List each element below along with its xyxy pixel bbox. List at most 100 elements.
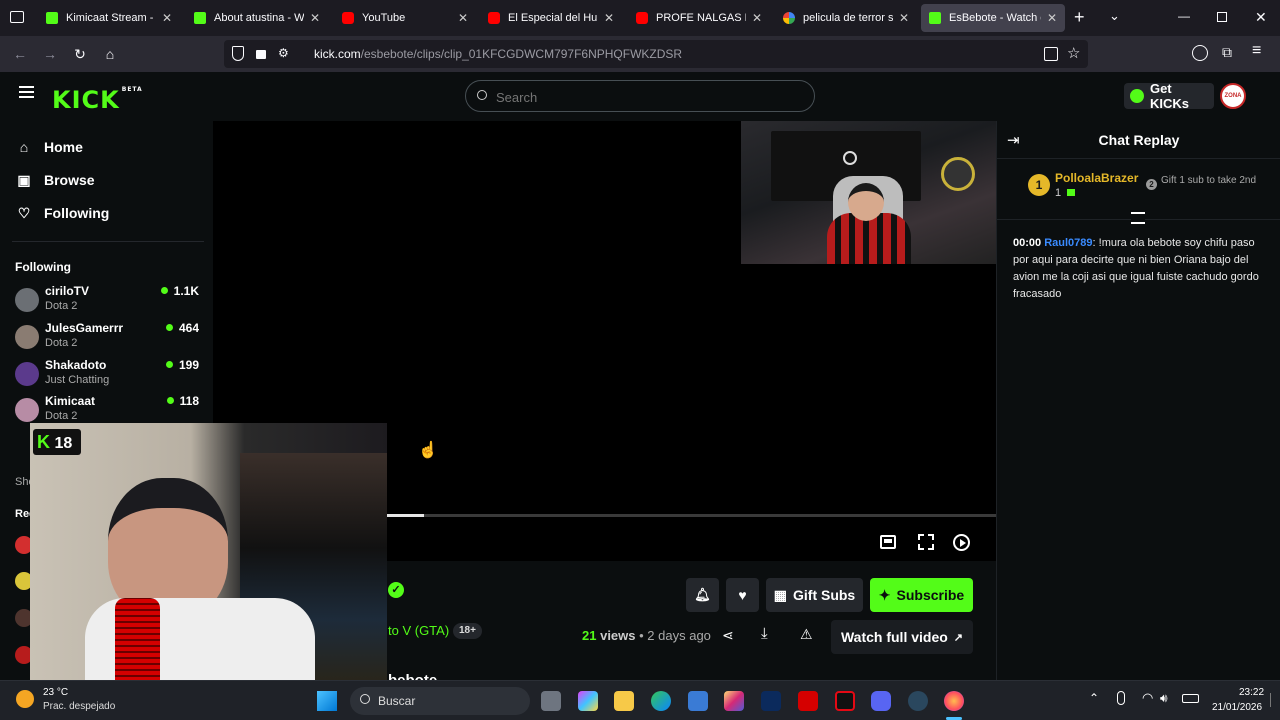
search-input[interactable] bbox=[496, 87, 796, 107]
close-tab-icon[interactable]: ✕ bbox=[752, 11, 762, 25]
youtube-favicon-icon bbox=[636, 12, 648, 24]
reload-icon[interactable]: ↻ bbox=[70, 44, 90, 64]
kick-logo[interactable]: KICK BETA bbox=[52, 86, 143, 114]
avatar bbox=[15, 288, 39, 312]
close-tab-icon[interactable]: ✕ bbox=[310, 11, 320, 25]
discord-icon[interactable] bbox=[871, 691, 891, 711]
tab-kimicaat[interactable]: Kimicaat Stream - Watc✕ bbox=[38, 4, 180, 32]
follow-button[interactable]: ♥ bbox=[726, 578, 759, 612]
espn-icon[interactable] bbox=[798, 691, 818, 711]
permissions-icon[interactable]: ⚙ bbox=[278, 46, 289, 60]
kicks-coin-icon bbox=[1130, 89, 1144, 103]
close-tab-icon[interactable]: ✕ bbox=[1047, 11, 1057, 25]
back-icon[interactable]: ← bbox=[10, 44, 30, 64]
expand-leaderboard-icon[interactable] bbox=[1131, 212, 1145, 224]
edge-icon[interactable] bbox=[651, 691, 671, 711]
forward-icon[interactable]: → bbox=[40, 44, 60, 64]
weather-icon[interactable] bbox=[16, 690, 34, 708]
tab-atustina[interactable]: About atustina - Watch✕ bbox=[186, 4, 328, 32]
minimize-icon[interactable]: — bbox=[1178, 9, 1190, 23]
browser-toolbar: ← → ↻ ⌂ ⚙ kick.com/esbebote/clips/clip_0… bbox=[0, 36, 1280, 72]
volume-icon[interactable]: 🔊︎ bbox=[1160, 691, 1168, 706]
channel-item[interactable]: JulesGamerrr Dota 2 464 bbox=[15, 321, 203, 355]
notifications-icon[interactable] bbox=[1270, 693, 1276, 707]
close-tab-icon[interactable]: ✕ bbox=[899, 11, 909, 25]
gift-subs-button[interactable]: ▦ Gift Subs bbox=[766, 578, 863, 612]
kick-18-badge: K 18 bbox=[33, 429, 81, 455]
fullscreen-icon[interactable] bbox=[918, 534, 934, 550]
weather-temp[interactable]: 23 °C bbox=[43, 687, 68, 698]
search-box[interactable] bbox=[465, 80, 815, 112]
weather-desc[interactable]: Prac. despejado bbox=[43, 701, 115, 712]
download-page-icon[interactable] bbox=[1044, 47, 1058, 61]
close-tab-icon[interactable]: ✕ bbox=[162, 11, 172, 25]
home-browser-icon[interactable]: ⌂ bbox=[100, 44, 120, 64]
close-tab-icon[interactable]: ✕ bbox=[604, 11, 614, 25]
avatar bbox=[15, 398, 39, 422]
new-tab-icon[interactable]: + bbox=[1074, 7, 1085, 28]
user-avatar[interactable]: ZONA bbox=[1220, 83, 1246, 109]
chevron-down-icon[interactable]: ⌄ bbox=[1109, 8, 1120, 24]
browse-icon: ▣ bbox=[17, 171, 31, 188]
sidebar-item-browse[interactable]: ▣ Browse bbox=[16, 168, 94, 192]
clock-time[interactable]: 23:22 bbox=[1239, 687, 1264, 698]
following-heading: Following bbox=[15, 260, 71, 274]
hamburger-menu-icon[interactable] bbox=[19, 86, 34, 98]
top-gifter-rank-badge: 1 bbox=[1028, 174, 1050, 196]
microphone-icon[interactable] bbox=[1117, 691, 1125, 705]
top-gifter-name[interactable]: PolloalaBrazer bbox=[1055, 171, 1138, 185]
chevron-up-icon[interactable]: ⌃ bbox=[1089, 691, 1099, 705]
subscribe-button[interactable]: ✦ Subscribe bbox=[870, 578, 973, 612]
tab-list-icon[interactable] bbox=[10, 11, 24, 23]
avatar bbox=[15, 325, 39, 349]
task-view-icon[interactable] bbox=[541, 691, 561, 711]
tab-especial-humor[interactable]: El Especial del Humor✕ bbox=[480, 4, 622, 32]
tab-esbebote[interactable]: EsBebote - Watch clips✕ bbox=[921, 4, 1065, 32]
close-window-icon[interactable]: ✕ bbox=[1255, 9, 1267, 26]
sidebar-item-following[interactable]: ♡ Following bbox=[16, 201, 110, 225]
netflix-icon[interactable] bbox=[835, 691, 855, 711]
sidebar-item-home[interactable]: ⌂ Home bbox=[16, 135, 83, 159]
steam-icon[interactable] bbox=[908, 691, 928, 711]
tab-pelicula[interactable]: pelicula de terror sonri✕ bbox=[775, 4, 917, 32]
firefox-icon[interactable] bbox=[944, 691, 964, 711]
get-kicks-button[interactable]: Get KICKs bbox=[1124, 81, 1214, 111]
clip-views: 21 views • 2 days ago bbox=[582, 628, 711, 643]
bookmark-star-icon[interactable]: ☆ bbox=[1067, 44, 1080, 62]
close-tab-icon[interactable]: ✕ bbox=[458, 11, 468, 25]
battery-icon[interactable] bbox=[1182, 694, 1199, 703]
shield-icon[interactable] bbox=[232, 46, 244, 61]
account-icon[interactable] bbox=[1192, 45, 1208, 61]
theater-mode-icon[interactable] bbox=[880, 535, 896, 549]
tab-profe[interactable]: PROFE NALGAS LE PR✕ bbox=[628, 4, 770, 32]
menu-icon[interactable]: ≡ bbox=[1252, 42, 1261, 60]
share-icon[interactable]: ⋖ bbox=[722, 627, 734, 644]
sidebar-divider bbox=[12, 241, 204, 242]
restore-icon[interactable] bbox=[1217, 12, 1227, 22]
tab-youtube[interactable]: YouTube ✕ bbox=[334, 4, 476, 32]
instagram-icon[interactable] bbox=[724, 691, 744, 711]
file-explorer-icon[interactable] bbox=[614, 691, 634, 711]
windows-start-icon[interactable] bbox=[317, 691, 337, 711]
channel-item[interactable]: Shakadoto Just Chatting 199 bbox=[15, 358, 203, 392]
download-icon[interactable]: ⤓ bbox=[761, 625, 768, 642]
overlay-webcam-feed: K 18 bbox=[30, 423, 387, 691]
channel-item[interactable]: ciriloTV Dota 2 1.1K bbox=[15, 284, 203, 318]
chat-header-divider bbox=[997, 158, 1280, 159]
address-bar[interactable]: ⚙ kick.com/esbebote/clips/clip_01KFCGDWC… bbox=[224, 40, 1088, 68]
report-icon[interactable]: ⚠ bbox=[800, 626, 813, 643]
store-icon[interactable] bbox=[688, 691, 708, 711]
disney-plus-icon[interactable] bbox=[761, 691, 781, 711]
extensions-icon[interactable]: ⧉ bbox=[1222, 44, 1232, 61]
notifications-button[interactable]: 🔔︎ bbox=[686, 578, 719, 612]
clock-date[interactable]: 21/01/2026 bbox=[1212, 702, 1262, 713]
copilot-icon[interactable] bbox=[578, 691, 598, 711]
url-text[interactable]: kick.com/esbebote/clips/clip_01KFCGDWCM7… bbox=[314, 47, 682, 61]
kick-favicon-icon bbox=[46, 12, 58, 24]
clip-settings-icon[interactable] bbox=[953, 534, 970, 551]
taskbar-search[interactable]: Buscar bbox=[350, 687, 530, 715]
lock-icon[interactable] bbox=[256, 50, 266, 59]
watch-full-video-button[interactable]: Watch full video ↗ bbox=[831, 620, 973, 654]
wifi-icon[interactable]: ◠ bbox=[1142, 690, 1153, 706]
category-link[interactable]: to V (GTA) bbox=[388, 623, 449, 638]
